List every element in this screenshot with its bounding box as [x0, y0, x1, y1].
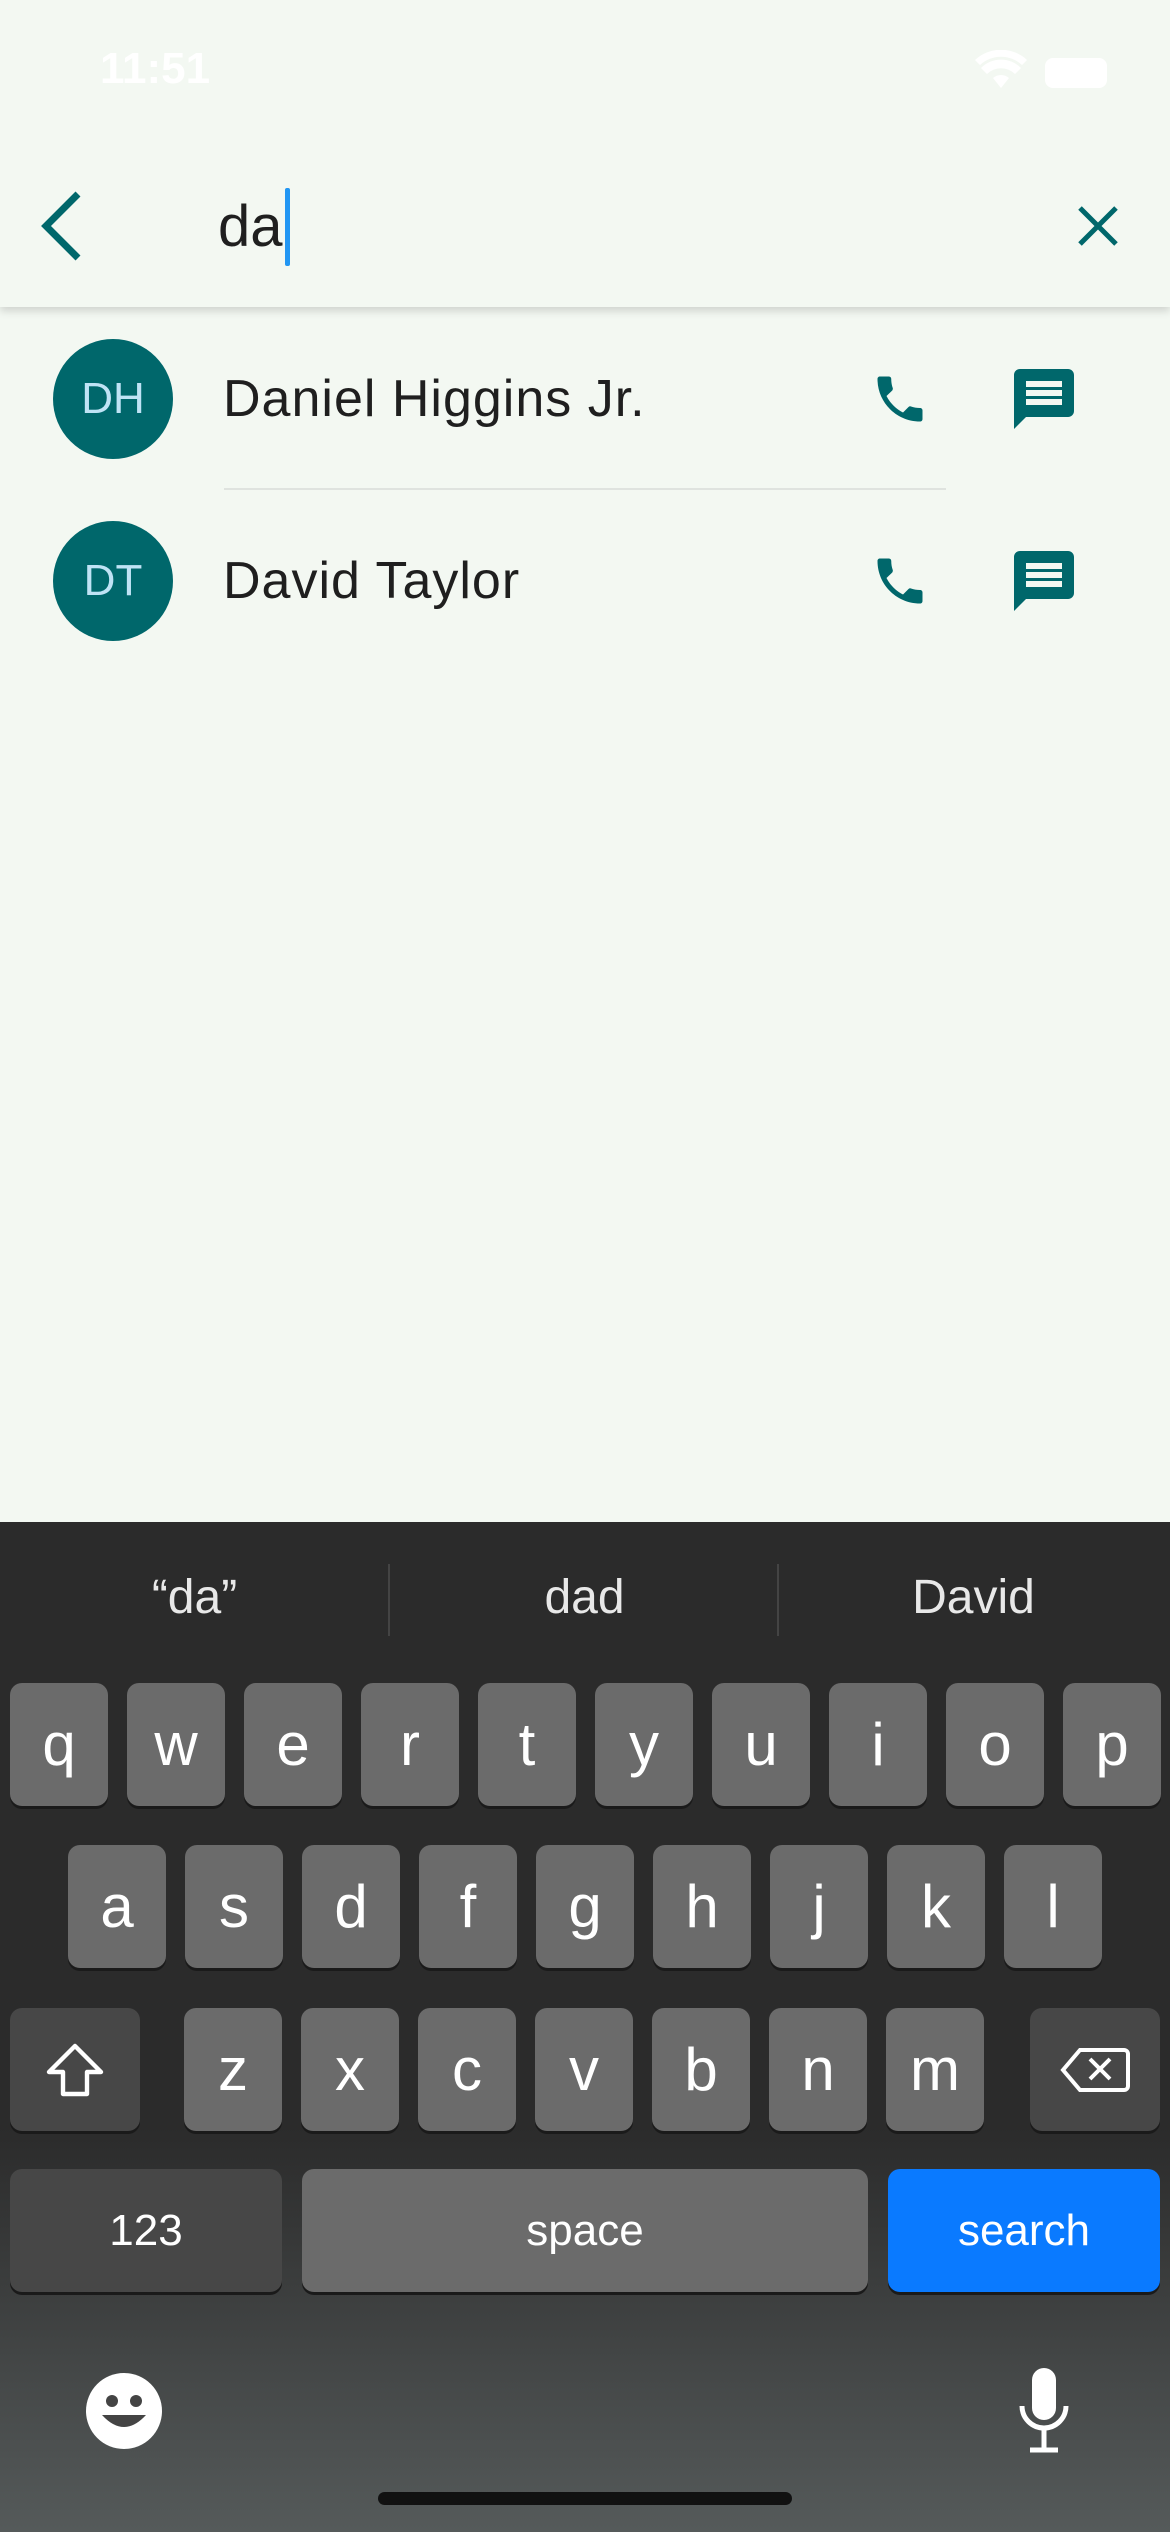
key-t[interactable]: t [478, 1683, 576, 1806]
search-key[interactable]: search [888, 2169, 1160, 2292]
key-u[interactable]: u [712, 1683, 810, 1806]
status-time: 11:51 [100, 44, 211, 93]
key-p[interactable]: p [1063, 1683, 1161, 1806]
key-h[interactable]: h [653, 1845, 751, 1968]
home-indicator [378, 2492, 792, 2505]
key-b[interactable]: b [652, 2008, 750, 2131]
key-n[interactable]: n [769, 2008, 867, 2131]
backspace-icon [1060, 2047, 1130, 2092]
delete-key[interactable] [1030, 2008, 1160, 2131]
key-j[interactable]: j [770, 1845, 868, 1968]
suggestion[interactable]: David [779, 1570, 1168, 1625]
suggestion[interactable]: “da” [0, 1570, 389, 1625]
text-caret [284, 188, 290, 266]
key-l[interactable]: l [1004, 1845, 1102, 1968]
key-x[interactable]: x [301, 2008, 399, 2131]
contact-name: David Taylor [223, 552, 521, 610]
key-r[interactable]: r [361, 1683, 459, 1806]
key-f[interactable]: f [419, 1845, 517, 1968]
key-c[interactable]: c [418, 2008, 516, 2131]
row-divider [224, 488, 946, 490]
wifi-icon [975, 50, 1027, 88]
key-m[interactable]: m [886, 2008, 984, 2131]
key-k[interactable]: k [887, 1845, 985, 1968]
contact-row[interactable]: DT David Taylor [0, 521, 1170, 641]
contact-name: Daniel Higgins Jr. [223, 370, 646, 428]
emoji-icon[interactable] [84, 2371, 164, 2451]
key-v[interactable]: v [535, 2008, 633, 2131]
search-query: da [218, 194, 283, 259]
avatar: DH [53, 339, 173, 459]
search-input[interactable]: da [218, 188, 290, 266]
phone-icon[interactable] [870, 369, 930, 429]
key-w[interactable]: w [127, 1683, 225, 1806]
contact-row[interactable]: DH Daniel Higgins Jr. [0, 339, 1170, 459]
keyboard: “da” dad David qwertyuiop asdfghjkl zxcvbn… [0, 1522, 1170, 2532]
key-g[interactable]: g [536, 1845, 634, 1968]
avatar: DT [53, 521, 173, 641]
key-y[interactable]: y [595, 1683, 693, 1806]
key-i[interactable]: i [829, 1683, 927, 1806]
message-icon[interactable] [1008, 545, 1080, 617]
key-q[interactable]: q [10, 1683, 108, 1806]
key-o[interactable]: o [946, 1683, 1044, 1806]
phone-icon[interactable] [870, 551, 930, 611]
battery-icon [1045, 58, 1107, 88]
space-key[interactable]: space [302, 2169, 868, 2292]
back-button[interactable] [36, 188, 86, 264]
key-e[interactable]: e [244, 1683, 342, 1806]
microphone-icon[interactable] [1016, 2366, 1072, 2456]
key-d[interactable]: d [302, 1845, 400, 1968]
key-a[interactable]: a [68, 1845, 166, 1968]
key-s[interactable]: s [185, 1845, 283, 1968]
shift-icon [46, 2043, 104, 2096]
numbers-key[interactable]: 123 [10, 2169, 282, 2292]
clear-button[interactable] [1076, 204, 1120, 248]
search-header: 11:51 da [0, 0, 1170, 307]
key-z[interactable]: z [184, 2008, 282, 2131]
suggestion[interactable]: dad [390, 1570, 779, 1625]
shift-key[interactable] [10, 2008, 140, 2131]
message-icon[interactable] [1008, 363, 1080, 435]
